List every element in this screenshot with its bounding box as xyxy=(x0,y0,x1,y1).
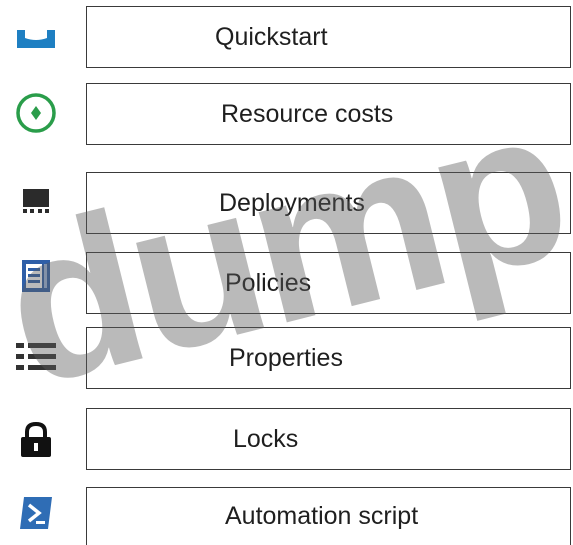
menu-item-locks[interactable]: Locks xyxy=(0,408,573,470)
deployments-icon xyxy=(0,172,72,232)
resource-costs-icon xyxy=(0,83,72,143)
policies-button[interactable]: Policies xyxy=(86,252,571,314)
resource-costs-button[interactable]: Resource costs xyxy=(86,83,571,145)
automation-script-icon xyxy=(0,483,72,543)
locks-button[interactable]: Locks xyxy=(86,408,571,470)
menu-item-properties[interactable]: Properties xyxy=(0,327,573,389)
menu-item-label: Policies xyxy=(225,268,312,297)
menu-item-quickstart[interactable]: Quickstart xyxy=(0,6,573,68)
menu-item-label: Deployments xyxy=(219,188,365,217)
resource-menu: Quickstart Resource costs Deployments Po… xyxy=(0,0,573,545)
automation-script-button[interactable]: Automation script xyxy=(86,487,571,545)
menu-item-automation-script[interactable]: Automation script xyxy=(0,487,573,545)
properties-button[interactable]: Properties xyxy=(86,327,571,389)
menu-item-label: Automation script xyxy=(225,502,419,530)
quickstart-icon xyxy=(0,8,72,68)
menu-item-resource-costs[interactable]: Resource costs xyxy=(0,83,573,145)
menu-item-label: Locks xyxy=(233,424,299,453)
deployments-button[interactable]: Deployments xyxy=(86,172,571,234)
quickstart-button[interactable]: Quickstart xyxy=(86,6,571,68)
properties-icon xyxy=(0,327,72,387)
menu-item-label: Quickstart xyxy=(215,22,328,51)
lock-icon xyxy=(0,410,72,470)
menu-item-deployments[interactable]: Deployments xyxy=(0,172,573,234)
menu-item-label: Resource costs xyxy=(221,99,394,128)
policies-icon xyxy=(0,246,72,306)
menu-item-policies[interactable]: Policies xyxy=(0,252,573,314)
menu-item-label: Properties xyxy=(229,343,343,372)
